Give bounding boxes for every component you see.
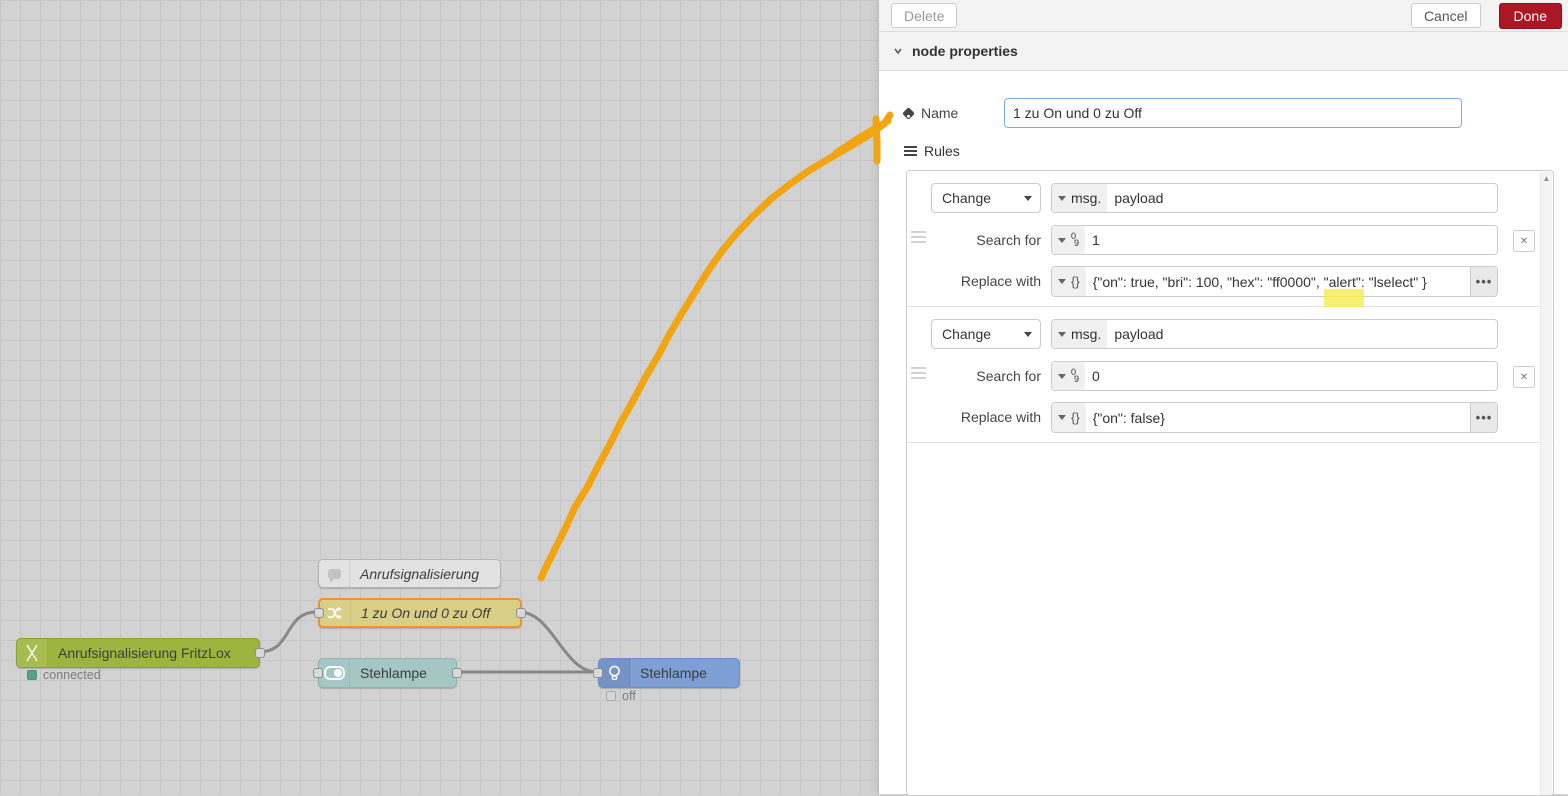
status-dot-connected bbox=[27, 670, 37, 680]
expand-editor-button[interactable]: ••• bbox=[1470, 403, 1497, 432]
node-status: off bbox=[606, 689, 636, 703]
msg-prefix: msg. bbox=[1071, 190, 1102, 206]
property-type-prefix[interactable]: msg. bbox=[1052, 320, 1108, 348]
node-light[interactable]: Stehlampe bbox=[593, 658, 740, 688]
expand-editor-button[interactable]: ••• bbox=[1470, 267, 1497, 296]
action-value: Change bbox=[942, 326, 992, 342]
input-port[interactable] bbox=[314, 608, 324, 618]
search-value[interactable]: 1 bbox=[1085, 226, 1497, 254]
delete-button[interactable]: Delete bbox=[891, 3, 958, 28]
caret-down-icon bbox=[1058, 415, 1066, 420]
node-label: Anrufsignalisierung bbox=[360, 565, 480, 582]
caret-down-icon bbox=[1058, 331, 1066, 337]
highlight-annotation bbox=[1324, 289, 1364, 307]
dialog-toolbar: Delete Cancel Done bbox=[879, 0, 1568, 32]
replace-type-prefix[interactable]: {} bbox=[1052, 403, 1086, 432]
node-label: Anrufsignalisierung FritzLox bbox=[58, 645, 231, 661]
name-label: Name bbox=[921, 105, 959, 121]
scroll-up-icon[interactable]: ▲ bbox=[1541, 174, 1552, 183]
output-port[interactable] bbox=[452, 668, 462, 678]
number-type-icon: 0 9 bbox=[1071, 231, 1080, 248]
caret-down-icon bbox=[1058, 373, 1066, 379]
rules-list: Change msg. payload Search for 0 9 1 ✕ R… bbox=[906, 170, 1554, 796]
rule1-property-field[interactable]: msg. payload bbox=[1051, 183, 1498, 213]
replace-with-label: Replace with bbox=[960, 409, 1041, 425]
node-label: Stehlampe bbox=[360, 665, 427, 681]
rules-row: Rules bbox=[904, 142, 960, 160]
caret-down-icon bbox=[1058, 279, 1066, 284]
select-caret-icon bbox=[1024, 331, 1032, 337]
wire-change-to-light[interactable] bbox=[518, 610, 598, 674]
lightbulb-icon bbox=[599, 659, 630, 687]
rules-scrollbar[interactable]: ▲ bbox=[1540, 172, 1552, 795]
rule1-search-field[interactable]: 0 9 1 bbox=[1051, 225, 1498, 255]
comment-bubble-icon bbox=[319, 560, 350, 587]
json-type-icon: {} bbox=[1071, 274, 1080, 289]
search-for-label: Search for bbox=[976, 368, 1041, 384]
rule-entry-2: Change msg. payload Search for 0 9 0 ✕ R… bbox=[907, 307, 1553, 443]
search-for-label: Search for bbox=[976, 232, 1041, 248]
property-value[interactable]: payload bbox=[1107, 320, 1497, 348]
input-port[interactable] bbox=[593, 668, 603, 678]
rule2-search-field[interactable]: 0 9 0 bbox=[1051, 361, 1498, 391]
node-switch[interactable]: Stehlampe bbox=[313, 658, 462, 688]
section-title: node properties bbox=[912, 43, 1018, 59]
rules-label: Rules bbox=[924, 143, 960, 159]
search-type-prefix[interactable]: 0 9 bbox=[1052, 362, 1086, 390]
replace-with-label: Replace with bbox=[960, 273, 1041, 289]
node-comment[interactable]: Anrufsignalisierung bbox=[318, 559, 501, 588]
status-text: off bbox=[622, 689, 636, 703]
cancel-button[interactable]: Cancel bbox=[1410, 3, 1481, 28]
node-fritzbox[interactable]: Anrufsignalisierung FritzLox bbox=[16, 638, 265, 668]
input-port[interactable] bbox=[313, 668, 323, 678]
rule2-property-field[interactable]: msg. payload bbox=[1051, 319, 1498, 349]
output-port[interactable] bbox=[516, 608, 526, 618]
rule-entry-1: Change msg. payload Search for 0 9 1 ✕ R… bbox=[907, 171, 1553, 307]
number-type-icon: 0 9 bbox=[1071, 367, 1080, 384]
rule1-remove-button[interactable]: ✕ bbox=[1513, 230, 1535, 252]
tag-icon bbox=[902, 106, 915, 120]
rule2-remove-button[interactable]: ✕ bbox=[1513, 366, 1535, 388]
toggle-icon bbox=[319, 659, 350, 687]
status-text: connected bbox=[43, 668, 101, 682]
name-row: Name bbox=[902, 98, 959, 128]
status-dot-off bbox=[606, 691, 616, 701]
replace-value[interactable]: {"on": true, "bri": 100, "hex": "ff0000"… bbox=[1086, 267, 1470, 296]
search-type-prefix[interactable]: 0 9 bbox=[1052, 226, 1086, 254]
rule2-action-select[interactable]: Change bbox=[931, 319, 1041, 349]
chevron-down-icon bbox=[893, 46, 903, 56]
select-caret-icon bbox=[1024, 195, 1032, 201]
property-type-prefix[interactable]: msg. bbox=[1052, 184, 1108, 212]
list-icon bbox=[904, 145, 917, 157]
flow-canvas[interactable]: Anrufsignalisierung 1 zu On und 0 zu Off… bbox=[0, 0, 878, 794]
search-value[interactable]: 0 bbox=[1085, 362, 1497, 390]
caret-down-icon bbox=[1058, 195, 1066, 201]
node-label: 1 zu On und 0 zu Off bbox=[361, 605, 491, 621]
done-button[interactable]: Done bbox=[1498, 2, 1562, 29]
node-change-selected[interactable]: 1 zu On und 0 zu Off bbox=[314, 598, 526, 628]
output-port[interactable] bbox=[255, 648, 265, 658]
replace-value[interactable]: {"on": false} bbox=[1086, 403, 1470, 432]
replace-type-prefix[interactable]: {} bbox=[1052, 267, 1086, 296]
wire-fritzbox-to-change[interactable] bbox=[258, 610, 318, 654]
edit-dialog: Delete Cancel Done node properties Name … bbox=[878, 0, 1568, 796]
node-status: connected bbox=[27, 668, 101, 682]
shuffle-icon bbox=[320, 600, 351, 626]
rule1-action-select[interactable]: Change bbox=[931, 183, 1041, 213]
node-label: Stehlampe bbox=[640, 665, 707, 681]
rule1-replace-field[interactable]: {} {"on": true, "bri": 100, "hex": "ff00… bbox=[1051, 266, 1498, 297]
rule2-replace-field[interactable]: {} {"on": false} ••• bbox=[1051, 402, 1498, 433]
section-node-properties[interactable]: node properties bbox=[879, 32, 1568, 71]
property-value[interactable]: payload bbox=[1107, 184, 1497, 212]
x-icon bbox=[17, 639, 48, 667]
action-value: Change bbox=[942, 190, 992, 206]
msg-prefix: msg. bbox=[1071, 326, 1102, 342]
caret-down-icon bbox=[1058, 237, 1066, 243]
name-input[interactable] bbox=[1004, 98, 1462, 128]
json-type-icon: {} bbox=[1071, 410, 1080, 425]
